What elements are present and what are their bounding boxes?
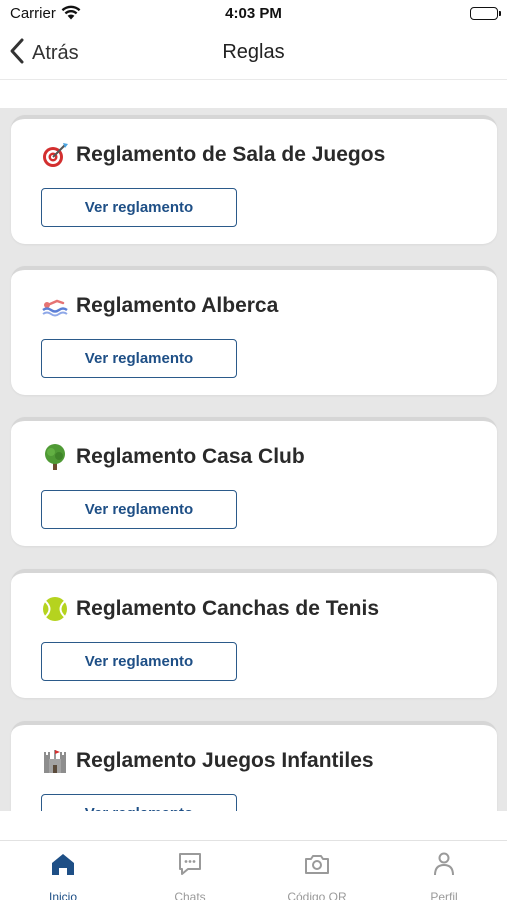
rule-title: Reglamento de Sala de Juegos [76, 143, 386, 166]
person-icon [430, 841, 458, 883]
view-rules-button[interactable]: Ver reglamento [41, 339, 237, 378]
tennis-ball-icon [41, 595, 69, 623]
navigation-bar: Atrás Reglas [0, 28, 507, 80]
tab-bar: Inicio Chats Código QR Perfil [0, 840, 507, 900]
view-rules-button[interactable]: Ver reglamento [41, 794, 237, 811]
clock: 4:03 PM [225, 5, 282, 22]
tab-codigo-qr[interactable]: Código QR [254, 841, 380, 900]
battery-icon [470, 7, 501, 20]
view-rules-button[interactable]: Ver reglamento [41, 490, 237, 529]
castle-icon [41, 747, 69, 775]
tab-label: Inicio [48, 890, 77, 900]
home-icon [49, 841, 77, 883]
status-bar: Carrier 4:03 PM [0, 0, 507, 28]
view-rules-button[interactable]: Ver reglamento [41, 188, 237, 227]
rule-title: Reglamento Juegos Infantiles [76, 749, 374, 772]
rule-card-canchas-de-tenis: Reglamento Canchas de Tenis Ver reglamen… [11, 569, 497, 698]
tree-icon [41, 443, 69, 471]
swimmer-icon [41, 292, 69, 320]
camera-icon [303, 841, 331, 883]
tab-label: Código QR [287, 890, 347, 900]
rule-card-sala-de-juegos: Reglamento de Sala de Juegos Ver reglame… [11, 115, 497, 244]
view-rules-button[interactable]: Ver reglamento [41, 642, 237, 681]
chat-icon [176, 841, 204, 883]
rule-title: Reglamento Canchas de Tenis [76, 597, 380, 620]
rules-list[interactable]: Reglamento de Sala de Juegos Ver reglame… [0, 108, 507, 811]
rule-title: Reglamento Alberca [76, 294, 279, 317]
rule-title: Reglamento Casa Club [76, 445, 305, 468]
tab-perfil[interactable]: Perfil [381, 841, 507, 900]
rule-card-juegos-infantiles: Reglamento Juegos Infantiles Ver reglame… [11, 721, 497, 811]
tab-label: Perfil [430, 890, 458, 900]
target-dart-icon [41, 141, 69, 169]
tab-inicio[interactable]: Inicio [0, 841, 126, 900]
rule-card-casa-club: Reglamento Casa Club Ver reglamento [11, 417, 497, 546]
tab-chats[interactable]: Chats [127, 841, 253, 900]
rule-card-alberca: Reglamento Alberca Ver reglamento [11, 266, 497, 395]
tab-label: Chats [174, 890, 206, 900]
page-title: Reglas [222, 41, 285, 63]
